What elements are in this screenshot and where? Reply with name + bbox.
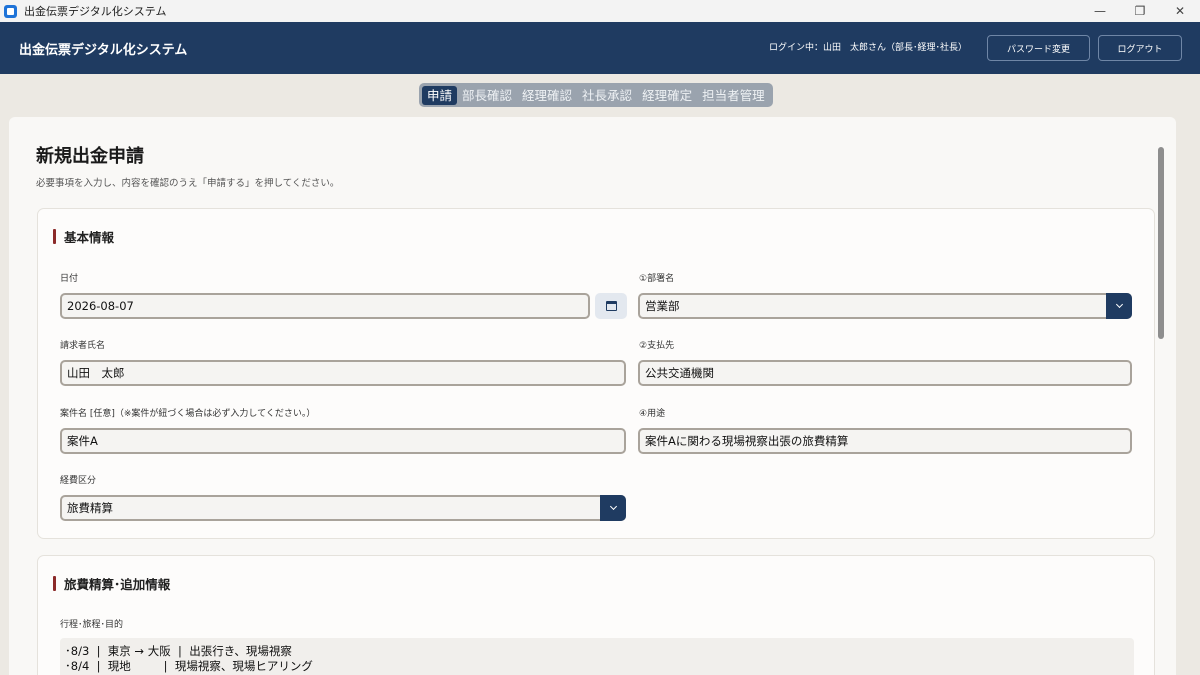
project-label: 案件名 [任意]（※案件が紐づく場合は必ず入力してください。） — [60, 409, 316, 419]
purpose-label: ④用途 — [639, 409, 666, 419]
chevron-down-icon — [1115, 300, 1123, 309]
requester-input[interactable]: 山田 太郎 — [60, 360, 626, 386]
department-value: 営業部 — [645, 299, 680, 313]
expense-category-value: 旅費精算 — [67, 501, 113, 515]
chevron-down-icon — [609, 502, 617, 511]
login-info: ログイン中：山田 太郎さん（部長･経理･社長） — [768, 43, 967, 53]
main-panel: 新規出金申請 必要事項を入力し、内容を確認のうえ「申請する」を押してください。 … — [9, 117, 1176, 675]
minimize-button[interactable]: — — [1080, 0, 1120, 22]
window-controls: — ❐ ✕ — [1080, 0, 1200, 22]
tab-apply[interactable]: 申請 — [422, 85, 458, 105]
expense-category-label: 経費区分 — [60, 476, 97, 486]
app-icon — [4, 4, 17, 18]
page-title: 新規出金申請 — [36, 146, 144, 167]
basic-info-card: 基本情報 日付 2026-08-07 ①部署名 営業部 請求者氏名 山田 太郎 … — [37, 208, 1155, 539]
itinerary-label: 行程･旅程･目的 — [60, 620, 124, 630]
heading-accent-bar — [53, 229, 56, 244]
payee-input[interactable]: 公共交通機関 — [638, 360, 1132, 386]
tab-president-approval[interactable]: 社長承認 — [577, 86, 637, 105]
calendar-icon — [605, 301, 617, 311]
logout-button[interactable]: ログアウト — [1098, 35, 1182, 61]
app-header: 出金伝票デジタル化システム ログイン中：山田 太郎さん（部長･経理･社長） パス… — [0, 22, 1200, 74]
purpose-input[interactable]: 案件Aに関わる現場視察出張の旅費精算 — [638, 428, 1132, 454]
department-dropdown-button[interactable] — [1106, 293, 1132, 319]
department-select[interactable]: 営業部 — [638, 293, 1132, 319]
workflow-tabs: 申請 部長確認 経理確認 社長承認 経理確定 担当者管理 — [419, 83, 773, 107]
requester-label: 請求者氏名 — [60, 341, 106, 351]
scrollbar-thumb[interactable] — [1158, 147, 1164, 339]
expense-category-dropdown-button[interactable] — [600, 495, 626, 521]
itinerary-line: ･8/4 | 現地 | 現場視察、現場ヒアリング — [65, 659, 313, 673]
calendar-button[interactable] — [595, 293, 627, 319]
expense-category-select[interactable]: 旅費精算 — [60, 495, 626, 521]
password-change-button[interactable]: パスワード変更 — [987, 35, 1090, 61]
tab-accounting-confirm[interactable]: 経理確定 — [637, 86, 697, 105]
vertical-scrollbar[interactable] — [1156, 117, 1166, 675]
payee-label: ②支払先 — [639, 341, 675, 351]
tab-staff-management[interactable]: 担当者管理 — [697, 86, 770, 105]
travel-info-card: 旅費精算･追加情報 行程･旅程･目的 ･8/3 | 東京 → 大阪 | 出張行き… — [37, 555, 1155, 675]
restore-button[interactable]: ❐ — [1120, 0, 1160, 22]
basic-info-heading-text: 基本情報 — [64, 230, 115, 245]
travel-info-heading: 旅費精算･追加情報 — [53, 574, 170, 593]
date-label: 日付 — [60, 274, 79, 284]
department-label: ①部署名 — [639, 274, 675, 284]
window-titlebar: 出金伝票デジタル化システム — ❐ ✕ — [0, 0, 1200, 22]
basic-info-heading: 基本情報 — [53, 227, 114, 246]
window-title: 出金伝票デジタル化システム — [24, 5, 167, 18]
tab-manager-check[interactable]: 部長確認 — [457, 86, 517, 105]
heading-accent-bar — [53, 576, 56, 591]
close-button[interactable]: ✕ — [1160, 0, 1200, 22]
tab-accounting-check[interactable]: 経理確認 — [517, 86, 577, 105]
itinerary-textarea[interactable]: ･8/3 | 東京 → 大阪 | 出張行き、現場視察 ･8/4 | 現地 | 現… — [60, 638, 1134, 675]
header-title: 出金伝票デジタル化システム — [19, 42, 188, 58]
itinerary-line: ･8/3 | 東京 → 大阪 | 出張行き、現場視察 — [65, 644, 292, 658]
date-input[interactable]: 2026-08-07 — [60, 293, 590, 319]
travel-info-heading-text: 旅費精算･追加情報 — [64, 577, 171, 592]
project-input[interactable]: 案件A — [60, 428, 626, 454]
page-description: 必要事項を入力し、内容を確認のうえ「申請する」を押してください。 — [36, 178, 340, 189]
